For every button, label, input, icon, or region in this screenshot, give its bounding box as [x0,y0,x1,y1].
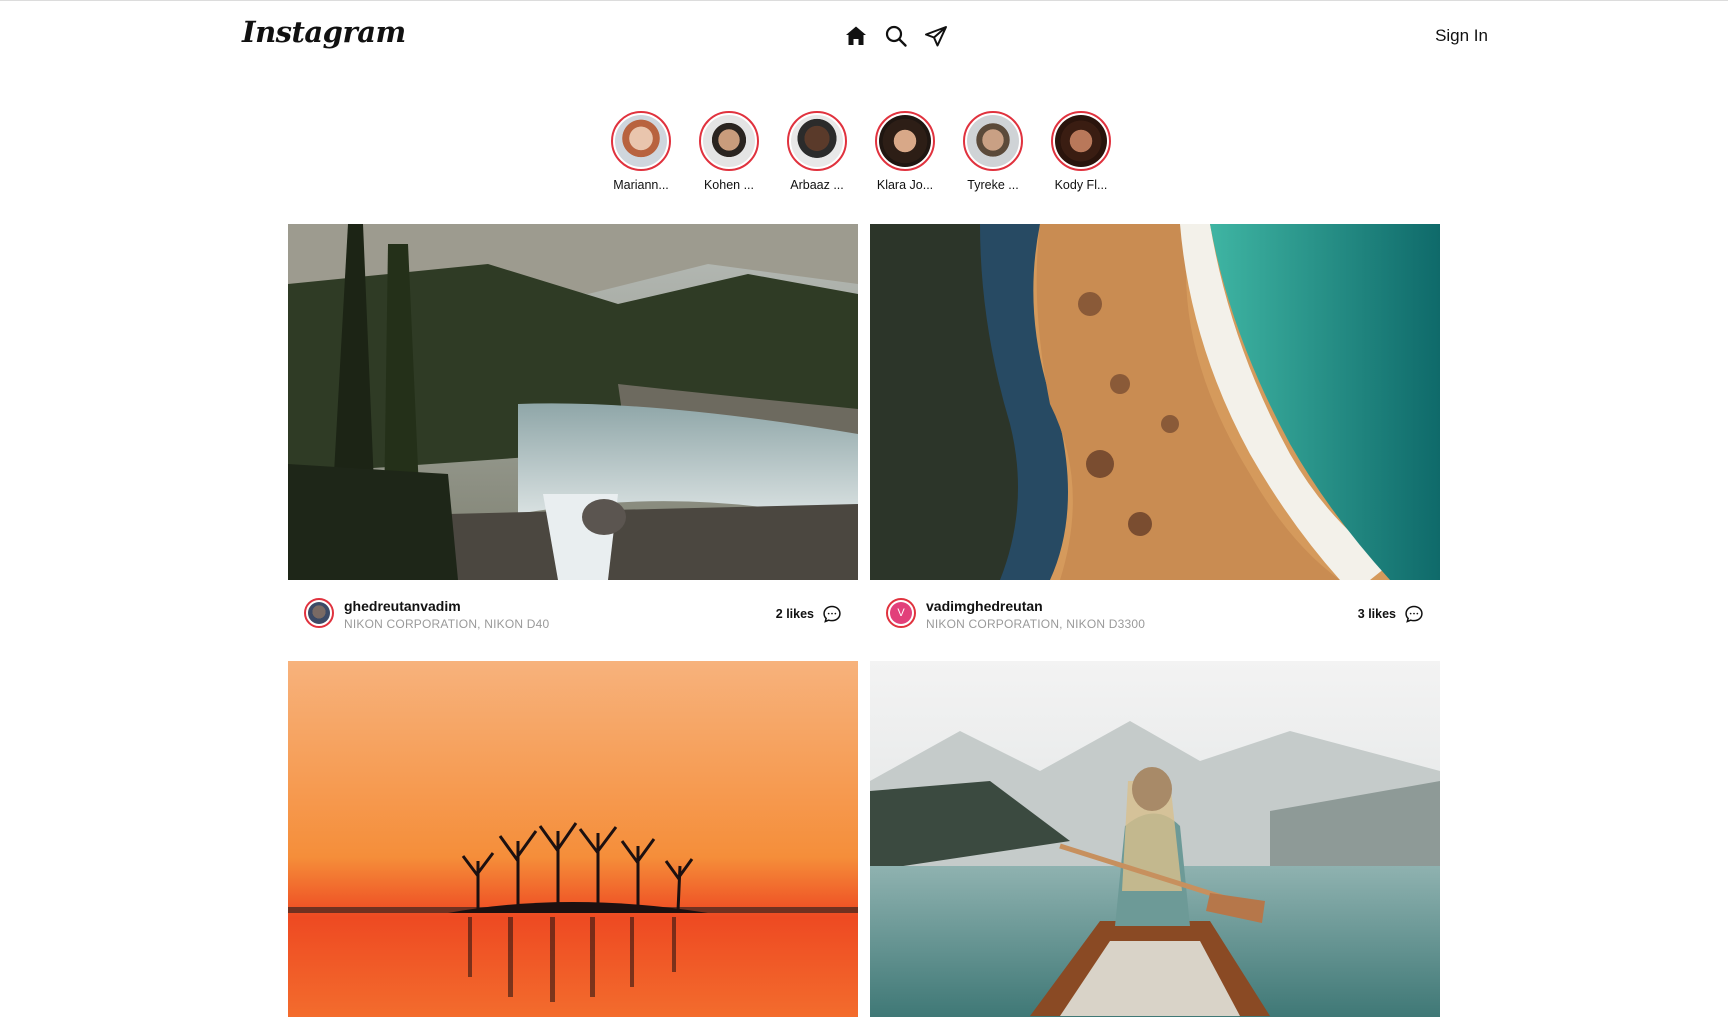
avatar [615,115,667,167]
post-camera-info: NIKON CORPORATION, NIKON D3300 [926,617,1146,631]
story-username: Mariann... [613,178,669,192]
avatar[interactable] [304,598,334,628]
instagram-feed-page: Instagram Sign In Mariann... Kohen ... A… [0,0,1728,1028]
story-item[interactable]: Mariann... [611,111,671,192]
search-icon[interactable] [883,23,909,49]
post-photo[interactable] [288,224,858,580]
avatar-letter: V [890,602,912,624]
story-ring [875,111,935,171]
story-username: Klara Jo... [876,178,934,192]
top-nav [843,23,949,49]
post-card: V vadimghedreutan NIKON CORPORATION, NIK… [870,224,1440,638]
avatar [967,115,1019,167]
story-ring [963,111,1023,171]
home-icon[interactable] [843,23,869,49]
story-ring [611,111,671,171]
post-username[interactable]: ghedreutanvadim [344,598,461,614]
post-photo[interactable] [870,224,1440,580]
story-item[interactable]: Klara Jo... [875,111,935,192]
story-username: Arbaaz ... [790,178,844,192]
story-username: Tyreke ... [967,178,1019,192]
post-likes-count: 3 likes [1357,607,1396,621]
avatar [703,115,755,167]
avatar [879,115,931,167]
post-meta: ghedreutanvadim NIKON CORPORATION, NIKON… [288,580,858,638]
post-card: ghedreutanvadim NIKON CORPORATION, NIKON… [288,224,858,638]
post-photo[interactable] [288,661,858,1017]
sign-in-link[interactable]: Sign In [1435,26,1488,46]
post-card [288,661,858,1017]
post-camera-info: NIKON CORPORATION, NIKON D40 [344,617,550,631]
story-username: Kohen ... [703,178,755,192]
story-item[interactable]: Tyreke ... [963,111,1023,192]
story-ring [787,111,847,171]
avatar [791,115,843,167]
post-meta: V vadimghedreutan NIKON CORPORATION, NIK… [870,580,1440,638]
post-photo[interactable] [870,661,1440,1017]
post-likes-count: 2 likes [775,607,814,621]
story-item[interactable]: Kohen ... [699,111,759,192]
instagram-logo[interactable]: Instagram [242,15,406,49]
story-username: Kody Fl... [1054,178,1108,192]
stories-row: Mariann... Kohen ... Arbaaz ... Klara Jo… [611,111,1111,192]
avatar[interactable]: V [886,598,916,628]
story-ring [1051,111,1111,171]
story-item[interactable]: Kody Fl... [1051,111,1111,192]
comment-icon[interactable] [822,604,842,624]
post-username[interactable]: vadimghedreutan [926,598,1043,614]
story-ring [699,111,759,171]
post-card [870,661,1440,1017]
avatar [1055,115,1107,167]
comment-icon[interactable] [1404,604,1424,624]
story-item[interactable]: Arbaaz ... [787,111,847,192]
send-icon[interactable] [923,23,949,49]
